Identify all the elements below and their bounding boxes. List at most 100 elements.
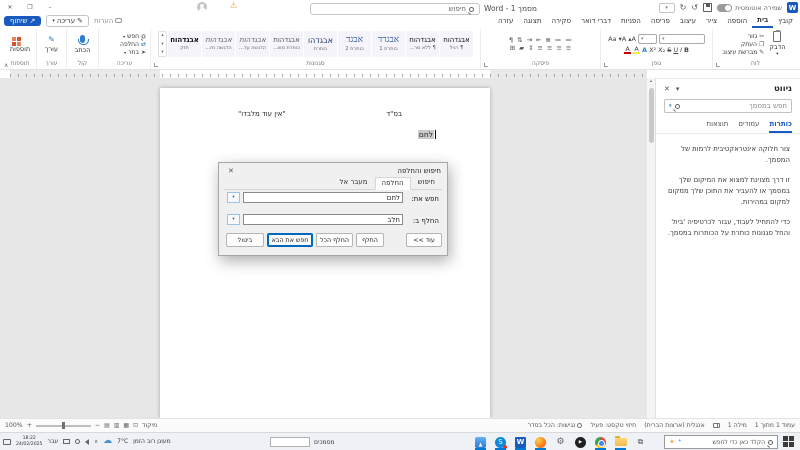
grow-font-button[interactable]: A▴ xyxy=(628,36,636,43)
replace-button[interactable]: החלף xyxy=(356,233,384,247)
find-what-input[interactable]: לחם xyxy=(243,192,403,203)
document-scrollbar[interactable]: ▴ xyxy=(647,78,655,418)
file-explorer-app-icon[interactable] xyxy=(614,436,627,449)
paste-button[interactable]: הדבק ▾ xyxy=(766,31,788,57)
align-left-button[interactable]: ≡ xyxy=(547,45,552,52)
chrome-app-icon[interactable] xyxy=(594,436,607,449)
dialog-tab-find[interactable]: חיפוש xyxy=(411,176,442,189)
align-center-button[interactable]: ≡ xyxy=(556,45,561,52)
dialog-tab-goto[interactable]: מעבר אל xyxy=(333,176,375,189)
format-painter-button[interactable]: ✎מברשת עיצוב xyxy=(723,49,765,56)
restore-window-icon[interactable]: ❐ xyxy=(20,0,40,14)
shrink-font-button[interactable]: A▾ xyxy=(619,36,627,43)
justify-button[interactable]: ≡ xyxy=(538,45,543,52)
replace-button[interactable]: ⇄החלפה xyxy=(120,41,146,48)
tab-insert[interactable]: הוספה xyxy=(722,14,752,28)
proofing-icon[interactable] xyxy=(713,423,720,428)
dictate-button[interactable]: הכתב xyxy=(72,35,94,54)
collapse-ribbon-icon[interactable]: ∧ xyxy=(4,62,8,69)
change-case-button[interactable]: Aa xyxy=(608,36,616,43)
print-layout-icon[interactable]: ▥ xyxy=(114,422,120,429)
font-color-button[interactable]: A xyxy=(624,46,631,55)
focus-mode-label[interactable]: מיקוד xyxy=(142,422,157,429)
clock[interactable]: 18:22 24/02/2025 xyxy=(16,436,42,447)
tab-review[interactable]: סקירה xyxy=(546,14,576,28)
dialog-launcher-icon[interactable] xyxy=(154,63,158,67)
zoom-slider[interactable] xyxy=(36,425,91,427)
display-tray-icon[interactable] xyxy=(63,439,70,444)
focus-mode-icon[interactable]: ⊡ xyxy=(133,422,138,429)
nav-tab-headings[interactable]: כותרות xyxy=(769,120,792,133)
text-effects-button[interactable]: A xyxy=(642,47,647,54)
find-dropdown-icon[interactable]: ▾ xyxy=(227,192,240,203)
copy-button[interactable]: ❐העתק xyxy=(723,41,765,48)
horizontal-ruler[interactable] xyxy=(10,70,647,78)
dialog-launcher-icon[interactable] xyxy=(604,63,608,67)
style-intense-emphasis[interactable]: אבגדהותהדגשה חז... xyxy=(202,31,235,57)
weather-description[interactable]: מעונן רוב הזמן xyxy=(133,438,171,445)
subscript-button[interactable]: X₂ xyxy=(658,47,665,54)
find-button[interactable]: חפש▾ xyxy=(123,33,146,40)
task-view-icon[interactable]: ⧉ xyxy=(634,436,647,449)
dialog-tab-replace[interactable]: החלפה xyxy=(375,177,411,190)
tab-draw[interactable]: צייר xyxy=(701,14,722,28)
more-button[interactable]: עוד >> xyxy=(406,233,442,247)
save-icon[interactable] xyxy=(703,3,712,12)
gallery-expand-icon[interactable]: ▾ xyxy=(161,50,163,55)
zoom-level[interactable]: 100% xyxy=(5,422,23,429)
style-no-spacing[interactable]: אבגדהוח¶ ללא מר... xyxy=(406,31,439,57)
volume-tray-icon[interactable] xyxy=(85,439,89,445)
taskbar-search-box[interactable]: הקלד כאן כדי לחפש ✦ ✦ xyxy=(664,435,778,449)
superscript-button[interactable]: X² xyxy=(649,47,656,54)
bullets-button[interactable]: ≔ xyxy=(565,37,572,44)
dialog-launcher-icon[interactable] xyxy=(716,63,720,67)
web-layout-icon[interactable]: ▦ xyxy=(123,422,129,429)
numbering-button[interactable]: ≕ xyxy=(555,37,562,44)
toolbar-input[interactable] xyxy=(270,437,310,447)
bold-button[interactable]: B xyxy=(684,47,689,54)
dialog-launcher-icon[interactable] xyxy=(484,63,488,67)
tab-file[interactable]: קובץ xyxy=(773,14,798,28)
skype-app-icon[interactable]: S xyxy=(494,436,507,449)
close-window-icon[interactable]: ✕ xyxy=(0,0,20,14)
zoom-in-button[interactable]: + xyxy=(27,422,32,429)
italic-button[interactable]: I xyxy=(680,47,682,54)
undo-icon[interactable]: ↺ xyxy=(691,3,698,12)
media-player-app-icon[interactable]: ▶ xyxy=(574,436,587,449)
style-title[interactable]: אבגדהוכותרת xyxy=(304,31,337,57)
align-right-button[interactable]: ≡ xyxy=(566,45,571,52)
photos-app-icon[interactable]: ▲ xyxy=(474,436,487,449)
replace-dropdown-icon[interactable]: ▾ xyxy=(227,214,240,225)
editor-button[interactable]: ✎עורך xyxy=(42,36,61,53)
tab-references[interactable]: הפניות xyxy=(616,14,646,28)
read-mode-icon[interactable]: ▤ xyxy=(104,422,110,429)
comments-button[interactable]: הערות xyxy=(94,17,122,25)
tab-mailings[interactable]: דברי דואר xyxy=(576,14,616,28)
increase-indent-button[interactable]: ⇥ xyxy=(527,37,532,44)
hidden-icons-chevron[interactable]: ∧ xyxy=(94,439,98,445)
replace-with-input[interactable]: חלב xyxy=(243,214,403,225)
notification-center-icon[interactable] xyxy=(3,439,11,445)
word-app-icon[interactable]: W xyxy=(514,436,527,449)
cancel-button[interactable]: ביטול xyxy=(226,233,264,247)
tab-layout[interactable]: פריסה xyxy=(646,14,675,28)
zoom-slider-thumb[interactable] xyxy=(62,422,65,429)
editing-mode-dropdown[interactable]: ✎ עריכה ▾ xyxy=(46,15,89,27)
style-normal[interactable]: אבגדהוח¶ רגיל xyxy=(440,31,473,57)
strikethrough-button[interactable]: S xyxy=(667,47,671,54)
navigation-search-box[interactable]: חפש במסמך ▾ xyxy=(664,99,792,113)
addins-button[interactable]: תוספות xyxy=(7,35,33,53)
redo-icon[interactable]: ↻ xyxy=(680,3,687,12)
tab-home[interactable]: בית xyxy=(752,14,773,28)
tab-help[interactable]: עזרה xyxy=(493,14,518,28)
avatar[interactable] xyxy=(197,2,207,12)
weather-temp[interactable]: 7°C xyxy=(117,438,128,445)
cut-button[interactable]: ✂גזור xyxy=(723,33,765,40)
weather-cloud-icon[interactable]: ☁ xyxy=(103,437,112,446)
style-heading2[interactable]: אבגדכותרת 2 xyxy=(338,31,371,57)
share-button[interactable]: ↗ שיתוף xyxy=(4,16,41,26)
customize-qat-dropdown[interactable]: ▾ xyxy=(659,3,675,13)
style-heading1[interactable]: אבגדדכותרת 1 xyxy=(372,31,405,57)
select-button[interactable]: ➤בחר▾ xyxy=(124,49,146,56)
settings-app-icon[interactable]: ⚙ xyxy=(554,436,567,449)
